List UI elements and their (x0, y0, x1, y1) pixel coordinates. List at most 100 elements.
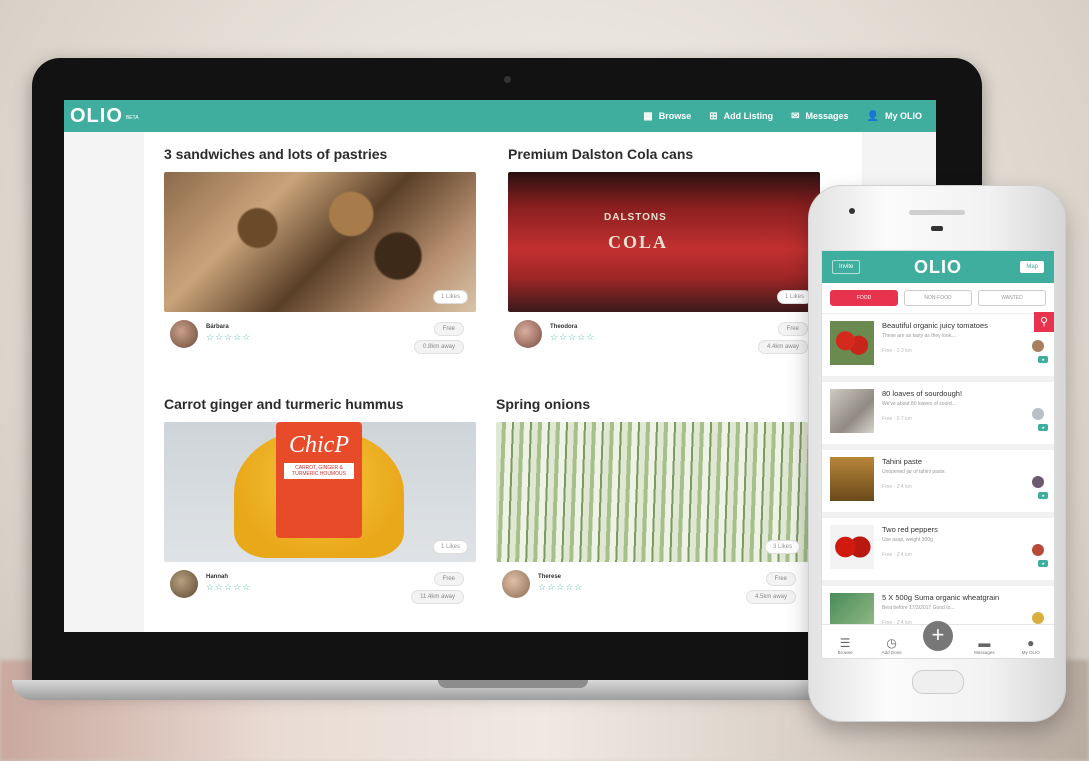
phone-home-button[interactable] (912, 670, 964, 694)
beta-badge: BETA (125, 115, 139, 121)
avatar[interactable] (170, 570, 198, 598)
rating-stars: ☆☆☆☆☆ (538, 582, 584, 592)
invite-button[interactable]: Invite (832, 260, 861, 274)
price-pill: Free (777, 322, 808, 336)
listing-footer: Bárbara ☆☆☆☆☆ Free 0.8km away (164, 318, 476, 368)
user-name[interactable]: Hannah (206, 574, 228, 580)
price-pill: Free (765, 572, 796, 586)
nav-my-olio[interactable]: 👤 My OLIO (867, 111, 922, 122)
bottom-nav-history[interactable]: ◷ Add Done (877, 636, 907, 655)
web-navbar: OLIO BETA ▦ Browse ⊞ Add Listing ✉ Messa… (64, 100, 936, 132)
bottom-nav-browse[interactable]: ☰ Browse (830, 636, 860, 655)
avatar[interactable] (502, 570, 530, 598)
bottom-nav-history-label: Add Done (881, 650, 902, 655)
nav-messages-label: Messages (805, 111, 849, 121)
distance-pill: 4.5km away (745, 590, 796, 604)
item-thumbnail[interactable] (830, 389, 874, 433)
bottom-nav-profile-label: My OLIO (1021, 650, 1040, 655)
tab-non-food[interactable]: NON-FOOD (904, 290, 972, 306)
bottom-nav-messages[interactable]: ▬ Messages (969, 636, 999, 655)
listing-title[interactable]: Spring onions (496, 396, 808, 412)
avatar[interactable] (1032, 340, 1044, 352)
price-pill: Free (433, 322, 464, 336)
bottom-nav: ☰ Browse ◷ Add Done + ▬ Messages ● My OL… (822, 621, 1054, 658)
olio-logo[interactable]: OLIO (70, 105, 123, 128)
left-margin (64, 132, 144, 632)
cola-brand: DALSTONS (604, 212, 667, 223)
distance-pill: 4.4km away (757, 340, 808, 354)
bottom-nav-browse-label: Browse (837, 650, 853, 655)
rating-stars: ☆☆☆☆☆ (206, 332, 252, 342)
likes-badge[interactable]: 3 Likes (764, 540, 800, 554)
listing-photo[interactable]: ChicP CARROT, GINGER & TURMERIC HOUMOUS … (164, 422, 476, 562)
listing-footer: Theodora ☆☆☆☆☆ Free 4.4km away (508, 318, 820, 368)
list-item[interactable]: Tahini paste Unopened jar of tahini past… (822, 450, 1054, 518)
list-item[interactable]: Beautiful organic juicy tomatoes These a… (822, 314, 1054, 382)
likes-badge[interactable]: 1 Likes (776, 290, 812, 304)
phone-earpiece (931, 226, 943, 231)
add-listing-icon: ⊞ (709, 110, 718, 122)
listing-photo[interactable]: 3 Likes (496, 422, 808, 562)
listing-card[interactable]: Carrot ginger and turmeric hummus ChicP … (164, 396, 476, 618)
listing-card[interactable]: 3 sandwiches and lots of pastries 1 Like… (164, 146, 476, 368)
avatar[interactable] (514, 320, 542, 348)
listing-card[interactable]: Premium Dalston Cola cans DALSTONS COLA … (508, 146, 820, 368)
item-body: Two red peppers Use asap, weight 300g Fr… (882, 518, 1054, 580)
item-thumbnail[interactable] (830, 457, 874, 501)
map-button[interactable]: Map (1020, 261, 1044, 273)
user-name[interactable]: Therese (538, 574, 561, 580)
user-name[interactable]: Theodora (550, 324, 577, 330)
product-flavour: CARROT, GINGER & TURMERIC HOUMOUS (284, 463, 354, 479)
laptop-screen: OLIO BETA ▦ Browse ⊞ Add Listing ✉ Messa… (64, 100, 936, 632)
user-icon: 👤 (866, 110, 879, 122)
likes-badge[interactable]: 1 Likes (432, 290, 468, 304)
avatar[interactable] (170, 320, 198, 348)
item-thumbnail[interactable] (830, 525, 874, 569)
bottom-nav-add[interactable]: + (922, 621, 953, 655)
listing-footer: Hannah ☆☆☆☆☆ Free 11.4km away (164, 568, 476, 618)
listing-photo[interactable]: 1 Likes (164, 172, 476, 312)
price-pill: Free (433, 572, 464, 586)
user-name[interactable]: Bárbara (206, 324, 229, 330)
filter-tabs: FOOD NON-FOOD WANTED (822, 283, 1054, 314)
rating-stars: ☆☆☆☆☆ (550, 332, 596, 342)
nav-browse[interactable]: ▦ Browse (643, 111, 691, 122)
item-title[interactable]: 80 loaves of sourdough! (882, 389, 1054, 398)
item-title[interactable]: Beautiful organic juicy tomatoes (882, 321, 1054, 330)
listing-title[interactable]: Carrot ginger and turmeric hummus (164, 396, 476, 412)
phone-speaker (909, 210, 965, 215)
listing-title[interactable]: 3 sandwiches and lots of pastries (164, 146, 476, 162)
list-icon: ☰ (839, 636, 851, 650)
item-description: Best before 17/3/2017 Good to... (882, 605, 955, 611)
avatar[interactable] (1032, 408, 1044, 420)
item-title[interactable]: Tahini paste (882, 457, 1054, 466)
likes-badge[interactable]: 1 Likes (432, 540, 468, 554)
avatar[interactable] (1032, 612, 1044, 624)
item-body: 80 loaves of sourdough! We've about 80 l… (882, 382, 1054, 444)
chat-icon: ▬ (978, 636, 991, 650)
list-item[interactable]: Two red peppers Use asap, weight 300g Fr… (822, 518, 1054, 586)
rating-badge: ★ (1038, 560, 1048, 567)
item-meta: Free · 2.4 km (882, 484, 912, 490)
nav-messages[interactable]: ✉ Messages (791, 111, 848, 122)
bottom-nav-profile[interactable]: ● My OLIO (1016, 636, 1046, 655)
item-meta: Free · 2.3 km (882, 348, 912, 354)
item-meta: Free · 2.4 km (882, 552, 912, 558)
list-item[interactable]: 80 loaves of sourdough! We've about 80 l… (822, 382, 1054, 450)
item-title[interactable]: Two red peppers (882, 525, 1054, 534)
laptop-camera (504, 76, 511, 83)
item-thumbnail[interactable] (830, 321, 874, 365)
item-title[interactable]: 5 X 500g Suma organic wheatgrain (882, 593, 1054, 602)
bottom-nav-messages-label: Messages (974, 650, 995, 655)
listing-photo[interactable]: DALSTONS COLA 1 Likes (508, 172, 820, 312)
tab-food[interactable]: FOOD (830, 290, 898, 306)
listing-title[interactable]: Premium Dalston Cola cans (508, 146, 820, 162)
listing-footer: Therese ☆☆☆☆☆ Free 4.5km away (496, 568, 808, 618)
tab-wanted[interactable]: WANTED (978, 290, 1046, 306)
distance-pill: 11.4km away (411, 590, 464, 604)
avatar[interactable] (1032, 476, 1044, 488)
nav-add-listing[interactable]: ⊞ Add Listing (709, 111, 773, 122)
listing-card[interactable]: Spring onions 3 Likes Therese ☆☆☆☆☆ Free… (496, 396, 808, 618)
avatar[interactable] (1032, 544, 1044, 556)
item-description: Use asap, weight 300g (882, 537, 933, 543)
